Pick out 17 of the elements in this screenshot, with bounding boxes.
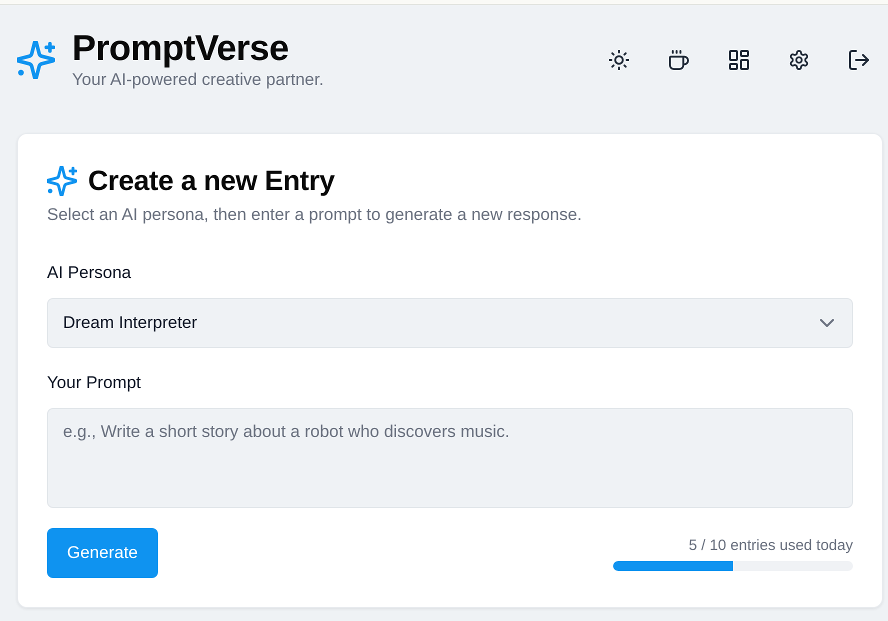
settings-icon[interactable] [789,50,809,70]
coffee-cup-icon[interactable] [669,50,689,70]
chevron-down-icon [820,319,834,327]
app-tagline: Your AI-powered creative partner. [72,69,324,91]
prompt-input-field[interactable]: e.g., Write a short story about a robot who discovers music. [47,408,853,508]
sparkles-icon [47,166,77,196]
logout-icon[interactable] [849,50,869,70]
persona-dropdown[interactable]: Dream Interpreter [47,298,853,348]
card-heading: Create a new Entry [88,164,335,198]
app-title: PromptVerse [72,28,290,68]
field-label: Your Prompt [47,372,142,394]
field-label: AI Persona [47,262,132,284]
sparkles-logo-icon [17,41,55,79]
sun-icon[interactable] [609,50,629,70]
dashboard-grid-icon[interactable] [729,50,749,70]
card-description: Select an AI persona, then enter a prompt to generate a new response. [47,204,583,226]
usage-count: 5 / 10 entries used today [688,536,853,556]
